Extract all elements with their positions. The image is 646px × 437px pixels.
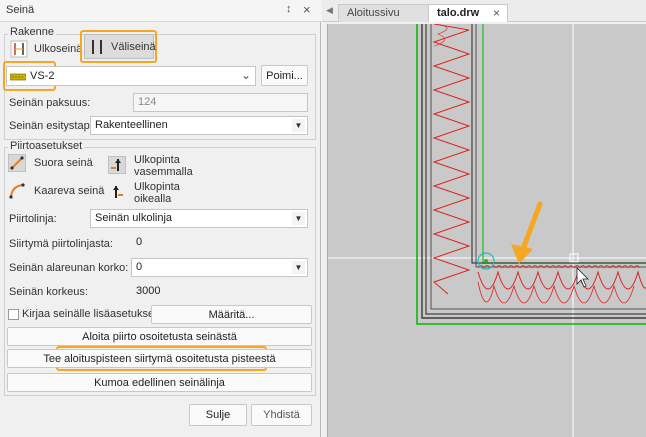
insulation-horizontal: [477, 270, 646, 290]
insulation-horizontal-2: [477, 281, 635, 304]
thickness-field[interactable]: 124: [133, 93, 308, 112]
snap-point: [484, 259, 488, 263]
curved-wall-option[interactable]: Kaareva seinä: [8, 182, 104, 202]
wall-type-select[interactable]: VS-2 ⌄: [6, 66, 256, 86]
define-button[interactable]: Määritä...: [151, 305, 312, 324]
extra-settings-label: Kirjaa seinälle lisäasetukset:: [22, 308, 161, 320]
annotation-arrow-shaft: [520, 201, 543, 252]
thickness-label: Seinän paksuus:: [9, 97, 91, 109]
exterior-wall-icon: [10, 40, 28, 58]
drawing-pane: ◀ Aloitussivu talo.drw ×: [322, 0, 646, 437]
insulation-vertical: [432, 23, 471, 295]
merge-button[interactable]: Yhdistä: [251, 404, 312, 426]
outer-right-label-1: Ulkopinta: [134, 181, 180, 193]
wall-line-2: [425, 24, 646, 315]
tab-aloitussivu[interactable]: Aloitussivu: [338, 4, 430, 22]
straight-wall-label: Suora seinä: [34, 157, 93, 169]
offset-value: 0: [136, 236, 143, 248]
outer-left-label-1: Ulkopinta: [134, 154, 180, 166]
ulkoseina-option[interactable]: Ulkoseinä: [8, 38, 83, 60]
outer-left-label-2: vasemmalla: [134, 166, 193, 178]
outer-right-label-2: oikealla: [134, 193, 172, 205]
curved-wall-label: Kaareva seinä: [34, 185, 105, 197]
wall-panel: Seinä ↕ × Rakenne Ulkoseinä Väliseinä VS…: [0, 0, 321, 437]
ulkoseina-label: Ulkoseinä: [34, 43, 83, 55]
wall-line-inner-2: [475, 24, 646, 268]
arc-icon: [8, 182, 26, 200]
extra-settings-checkbox[interactable]: [8, 309, 19, 320]
drawline-label: Piirtolinja:: [9, 213, 57, 225]
dropdown-arrow-icon: ▼: [292, 212, 305, 225]
drawing-canvas[interactable]: [327, 23, 646, 437]
bottom-level-label: Seinän alareunan korko:: [9, 262, 129, 274]
bottom-level-select[interactable]: 0 ▼: [131, 258, 308, 277]
wall-line-outer: [421, 24, 646, 319]
tab-close-icon[interactable]: ×: [493, 6, 500, 20]
dropdown-arrow-icon: ▼: [292, 261, 305, 274]
representation-value: Rakenteellinen: [95, 119, 168, 131]
bottom-level-value: 0: [136, 261, 143, 273]
poimi-button[interactable]: Poimi...: [261, 65, 308, 86]
offset-label: Siirtymä piirtolinjasta:: [9, 238, 113, 250]
straight-wall-option[interactable]: Suora seinä: [7, 153, 98, 174]
straight-line-icon: [7, 153, 27, 173]
piirto-legend: Piirtoasetukset: [8, 140, 85, 152]
start-offset-button[interactable]: Tee aloituspisteen siirtymä osoitetusta …: [7, 349, 312, 368]
offset-field[interactable]: 0: [131, 233, 308, 252]
wall-line-3: [430, 24, 646, 310]
height-label: Seinän korkeus:: [9, 286, 88, 298]
tab-bar: ◀ Aloitussivu talo.drw ×: [322, 0, 646, 22]
outer-right-icon: [108, 183, 126, 201]
height-value: 3000: [136, 285, 161, 297]
tab-talo[interactable]: talo.drw ×: [428, 4, 508, 22]
wall-outline-green: [416, 24, 646, 325]
rakenne-legend: Rakenne: [8, 26, 57, 38]
scroll-left-icon[interactable]: ◀: [326, 5, 333, 16]
close-button[interactable]: Sulje: [189, 404, 247, 426]
undo-wall-button[interactable]: Kumoa edellinen seinälinja: [7, 373, 312, 392]
valiseina-option[interactable]: Väliseinä: [84, 34, 156, 59]
drawline-select[interactable]: Seinän ulkolinja ▼: [90, 209, 308, 228]
close-icon[interactable]: ×: [303, 2, 311, 17]
drawing-svg[interactable]: [328, 23, 646, 437]
wall-type-value: VS-2: [30, 70, 55, 82]
tab-talo-label: talo.drw: [437, 7, 480, 19]
panel-title: Seinä: [6, 4, 35, 16]
wall-inner-green: [482, 24, 646, 264]
height-field[interactable]: 3000: [131, 282, 308, 301]
wall-line-inner: [471, 24, 646, 264]
representation-select[interactable]: Rakenteellinen ▼: [90, 116, 308, 135]
mouse-cursor-icon: [576, 267, 589, 288]
representation-label: Seinän esitystapa:: [9, 120, 99, 132]
valiseina-label: Väliseinä: [111, 41, 156, 53]
panel-titlebar: Seinä ↕ ×: [0, 0, 321, 22]
pin-icon[interactable]: ↕: [286, 3, 292, 15]
interior-wall-icon: [88, 38, 106, 56]
chevron-down-icon: ⌄: [240, 68, 251, 82]
start-from-wall-button[interactable]: Aloita piirto osoitetusta seinästä: [7, 327, 312, 346]
drawline-value: Seinän ulkolinja: [95, 212, 173, 224]
outer-left-icon: [107, 155, 127, 175]
wall-type-icon: [9, 72, 27, 84]
tab-aloitussivu-label: Aloitussivu: [347, 7, 400, 19]
outer-right-option[interactable]: Ulkopinta oikealla: [108, 181, 198, 207]
outer-left-option[interactable]: Ulkopinta vasemmalla: [107, 154, 198, 180]
annotation-arrow-icon: [511, 244, 533, 264]
dropdown-arrow-icon: ▼: [292, 119, 305, 132]
